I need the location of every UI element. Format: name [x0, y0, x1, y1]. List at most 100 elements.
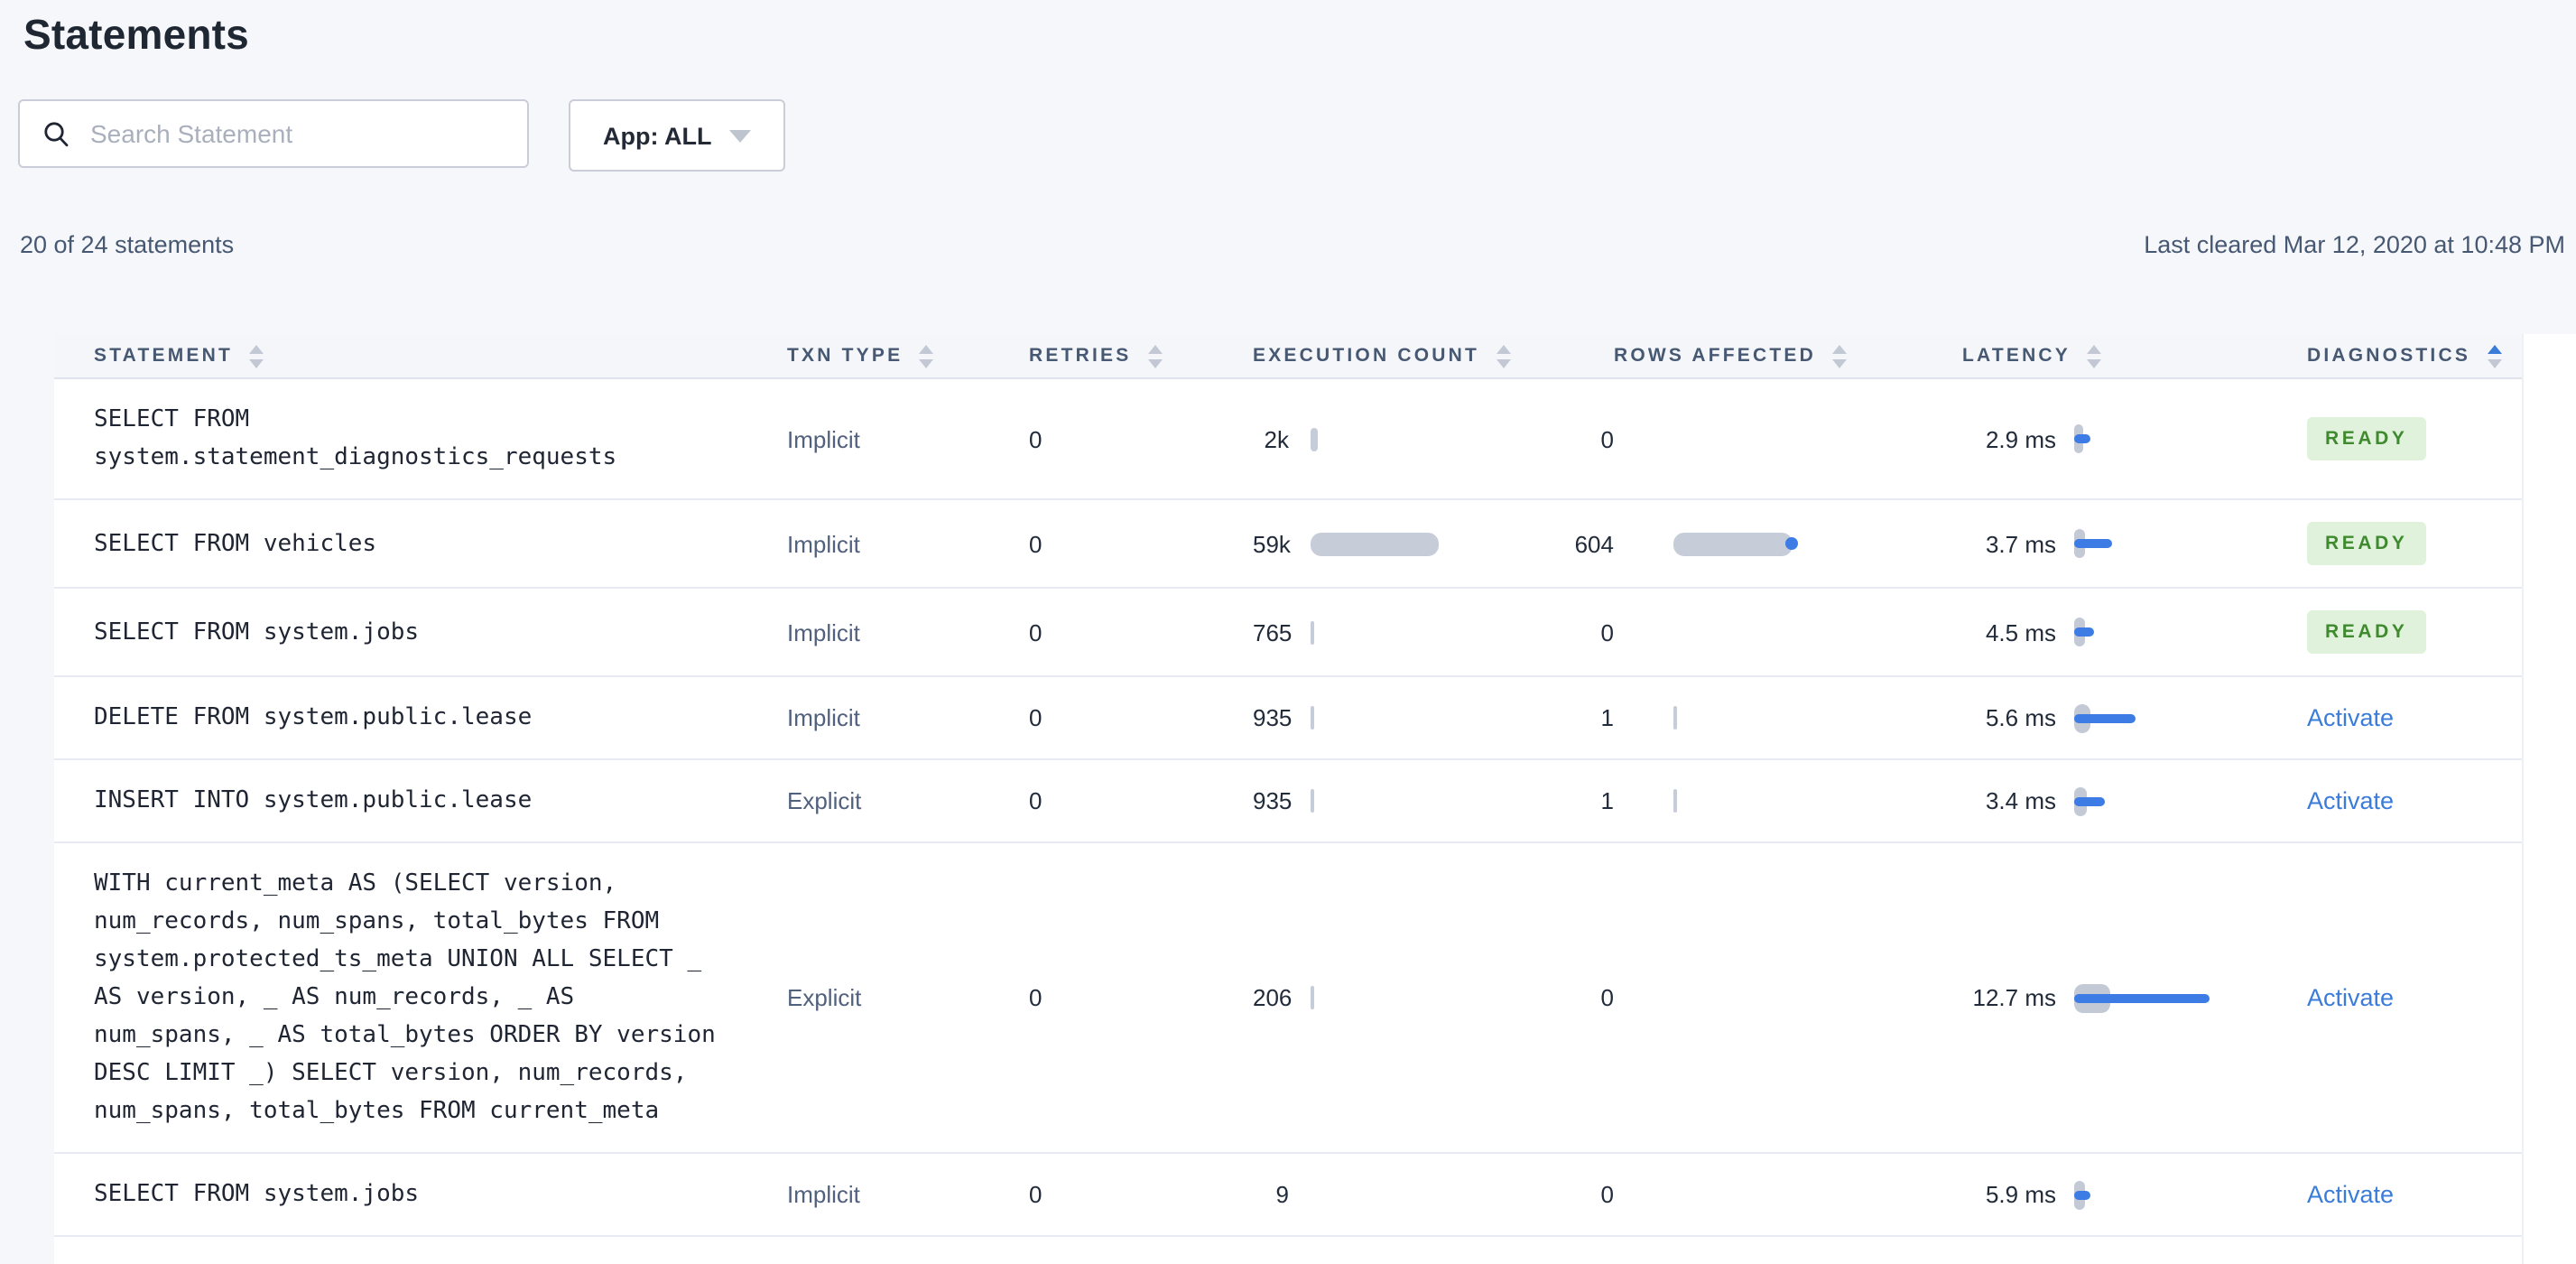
search-box[interactable]	[18, 99, 529, 168]
column-header-latency[interactable]: Latency	[1962, 344, 2307, 367]
latency-bar	[2074, 618, 2237, 646]
search-icon	[42, 119, 70, 148]
table-row: SELECT FROM system.jobs Implicit 0 9 0 5…	[54, 1154, 2522, 1237]
page-title: Statements	[23, 11, 249, 58]
statement-link[interactable]: SELECT FROM system.statement_diagnostics…	[94, 401, 726, 477]
summary-row: 20 of 24 statements Last cleared Mar 12,…	[20, 231, 2565, 258]
latency-value: 4.5 ms	[1985, 618, 2056, 646]
latency-mean-bar	[2074, 539, 2112, 548]
statement-link[interactable]: INSERT INTO system.public.lease	[94, 782, 726, 820]
latency-value: 5.6 ms	[1985, 704, 2056, 731]
app-filter-label: App: ALL	[603, 122, 712, 149]
sort-arrows-icon[interactable]	[1147, 344, 1163, 367]
txn-type-value: Explicit	[787, 984, 862, 1011]
latency-bar	[2074, 1180, 2237, 1209]
column-header-rows-affected[interactable]: Rows Affected	[1614, 344, 1962, 367]
diagnostics-activate-link[interactable]: Activate	[2307, 704, 2394, 731]
search-input[interactable]	[87, 117, 505, 150]
statement-link[interactable]: SELECT FROM vehicles	[94, 525, 726, 562]
txn-type-value: Implicit	[787, 1181, 860, 1208]
latency-value: 5.9 ms	[1985, 1181, 2056, 1208]
retries-value: 0	[1029, 530, 1042, 557]
diagnostics-activate-link[interactable]: Activate	[2307, 1181, 2394, 1208]
latency-bar	[2074, 703, 2237, 732]
statements-table: Statement Txn Type Retries Execution Cou…	[54, 334, 2576, 1264]
latency-mean-bar	[2074, 993, 2210, 1002]
execution-count-value: 765	[1253, 618, 1293, 646]
diagnostics-activate-link[interactable]: Activate	[2307, 984, 2394, 1011]
statement-link[interactable]: INSERT INTO user_promo_codes	[94, 1259, 726, 1264]
retries-value: 0	[1029, 618, 1042, 646]
execution-count-value: 9	[1275, 1181, 1289, 1208]
column-header-execution-count[interactable]: Execution Count	[1253, 344, 1614, 367]
rows-affected-bar	[1673, 786, 1677, 815]
latency-bar	[2074, 529, 2237, 558]
execution-count-value: 2k	[1264, 425, 1289, 452]
sort-arrows-icon[interactable]	[2487, 344, 2502, 367]
diagnostics-ready-badge: READY	[2307, 610, 2426, 654]
bar-end-dot	[1785, 537, 1798, 550]
table-row: SELECT FROM system.statement_diagnostics…	[54, 379, 2522, 500]
last-cleared-text: Last cleared Mar 12, 2020 at 10:48 PM	[2144, 231, 2565, 258]
latency-value: 12.7 ms	[1972, 984, 2057, 1011]
execution-count-value: 935	[1253, 704, 1293, 731]
column-header-txn-type[interactable]: Txn Type	[787, 344, 1029, 367]
statement-link[interactable]: SELECT FROM system.jobs	[94, 1176, 726, 1213]
retries-value: 0	[1029, 704, 1042, 731]
diagnostics-activate-link[interactable]: Activate	[2307, 787, 2394, 814]
statement-link[interactable]: DELETE FROM system.public.lease	[94, 699, 726, 737]
execution-count-bar	[1311, 786, 1314, 815]
table-row: SELECT FROM vehicles Implicit 0 59k 604 …	[54, 500, 2522, 589]
table-row: WITH current_meta AS (SELECT version, nu…	[54, 843, 2522, 1154]
diagnostics-ready-badge: READY	[2307, 522, 2426, 565]
retries-value: 0	[1029, 1181, 1042, 1208]
latency-value: 2.9 ms	[1985, 425, 2056, 452]
retries-value: 0	[1029, 984, 1042, 1011]
txn-type-value: Implicit	[787, 618, 860, 646]
txn-type-value: Implicit	[787, 530, 860, 557]
column-header-retries[interactable]: Retries	[1029, 344, 1253, 367]
execution-count-value: 59k	[1253, 530, 1291, 557]
rows-affected-bar	[1673, 703, 1677, 732]
latency-bar	[2074, 786, 2237, 815]
execution-count-bar	[1311, 424, 1318, 453]
caret-down-icon	[729, 129, 752, 142]
execution-count-value: 206	[1253, 984, 1293, 1011]
txn-type-value: Explicit	[787, 787, 862, 814]
latency-bar	[2074, 983, 2237, 1012]
column-header-diagnostics[interactable]: Diagnostics	[2307, 344, 2522, 367]
statement-link[interactable]: WITH current_meta AS (SELECT version, nu…	[94, 865, 726, 1130]
latency-mean-bar	[2074, 713, 2136, 722]
table-row: DELETE FROM system.public.lease Implicit…	[54, 677, 2522, 760]
execution-count-bar	[1311, 618, 1314, 646]
app-filter-dropdown[interactable]: App: ALL	[569, 99, 786, 172]
retries-value: 0	[1029, 787, 1042, 814]
rows-affected-bar	[1673, 529, 1798, 558]
sort-arrows-icon[interactable]	[1496, 344, 1511, 367]
latency-value: 3.4 ms	[1985, 787, 2056, 814]
statement-link[interactable]: SELECT FROM system.jobs	[94, 613, 726, 651]
txn-type-value: Implicit	[787, 425, 860, 452]
statement-count: 20 of 24 statements	[20, 231, 235, 258]
retries-value: 0	[1029, 425, 1042, 452]
execution-count-bar	[1311, 703, 1314, 732]
toolbar: App: ALL	[18, 99, 786, 172]
table-row: INSERT INTO system.public.lease Explicit…	[54, 760, 2522, 843]
latency-mean-bar	[2074, 1190, 2090, 1199]
txn-type-value: Implicit	[787, 704, 860, 731]
latency-mean-bar	[2074, 434, 2090, 443]
latency-value: 3.7 ms	[1985, 530, 2056, 557]
latency-mean-bar	[2074, 627, 2094, 637]
execution-count-bar	[1311, 983, 1314, 1012]
sort-arrows-icon[interactable]	[1832, 344, 1847, 367]
table-body: SELECT FROM system.statement_diagnostics…	[54, 379, 2522, 1264]
sort-arrows-icon[interactable]	[2087, 344, 2102, 367]
sort-arrows-icon[interactable]	[249, 344, 264, 367]
diagnostics-ready-badge: READY	[2307, 417, 2426, 460]
table-header-row: Statement Txn Type Retries Execution Cou…	[54, 334, 2522, 379]
table-row: INSERT INTO user_promo_codes Implicit 0 …	[54, 1237, 2522, 1264]
execution-count-bar	[1311, 529, 1439, 558]
sort-arrows-icon[interactable]	[919, 344, 934, 367]
column-header-statement[interactable]: Statement	[94, 344, 787, 367]
latency-bar	[2074, 424, 2237, 453]
